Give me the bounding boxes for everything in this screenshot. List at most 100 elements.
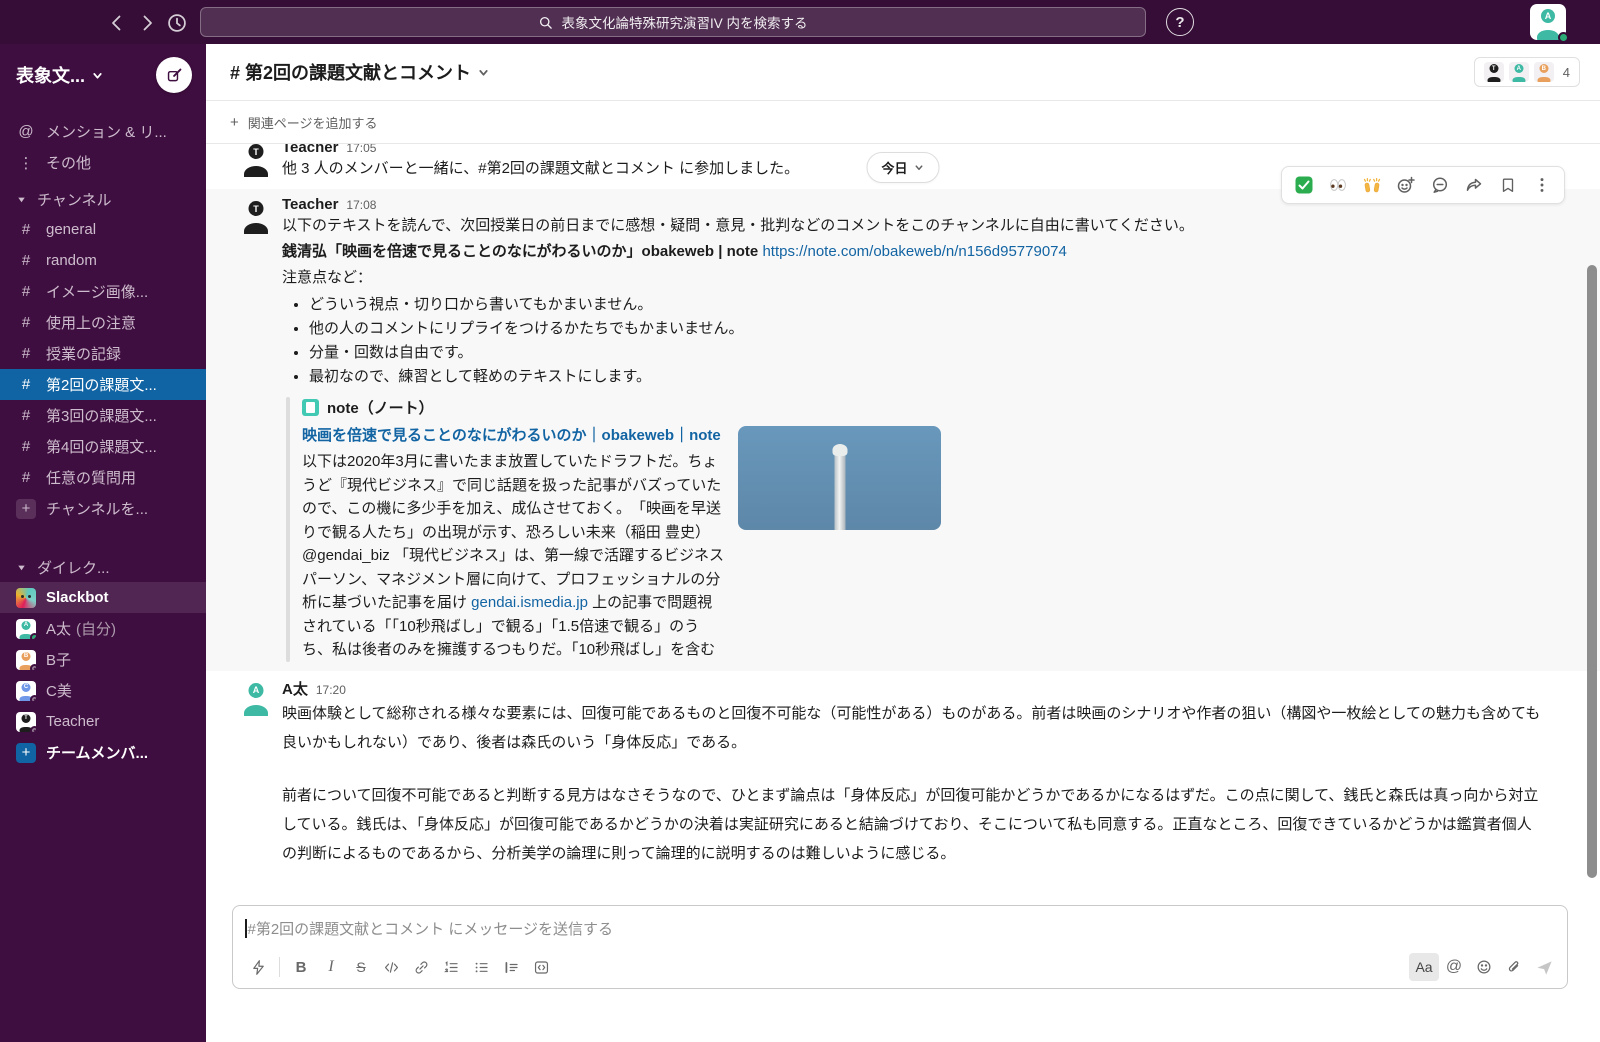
bold-button[interactable]: B: [286, 953, 316, 981]
message-intro: 以下のテキストを読んで、次回授業日の前日までに感想・疑問・意見・批判などのコメン…: [282, 213, 1544, 239]
blockquote-button[interactable]: [496, 953, 526, 981]
provider-name: note（ノート）: [327, 397, 434, 418]
avatar-teacher[interactable]: T: [238, 198, 274, 234]
dm-slackbot[interactable]: Slackbot: [0, 582, 206, 613]
sidebar-add-teammates[interactable]: + チームメンバ...: [0, 737, 206, 768]
blockquote-icon: [503, 959, 520, 976]
bulleted-list-button[interactable]: [466, 953, 496, 981]
dm-teacher[interactable]: T Teacher: [0, 706, 206, 737]
reference-url-link[interactable]: https://note.com/obakeweb/n/n156d9577907…: [762, 243, 1066, 260]
reaction-check-button[interactable]: [1288, 170, 1320, 200]
add-reaction-button[interactable]: [1390, 170, 1422, 200]
message-author[interactable]: A太: [282, 678, 308, 699]
main-pane: # 第2回の課題文献とコメント T A B 4 + 関連ページを追加する 今日: [206, 44, 1600, 1042]
send-message-button[interactable]: [1529, 953, 1559, 981]
italic-button[interactable]: I: [316, 953, 346, 981]
dm-cmi[interactable]: C C美: [0, 675, 206, 706]
sidebar-add-channel[interactable]: +チャンネルを...: [0, 493, 206, 524]
sidebar-channel-session3[interactable]: #第3回の課題文...: [0, 400, 206, 431]
message-paragraph: 映画体験として総称される様々な要素には、回復可能であるものと回復不可能な（可能性…: [282, 699, 1544, 757]
help-button[interactable]: ?: [1166, 8, 1194, 36]
sidebar-item-mentions[interactable]: @ メンション & リ...: [0, 116, 206, 147]
sidebar-item-more[interactable]: ⋮ その他: [0, 147, 206, 178]
hash-icon: #: [16, 345, 36, 362]
search-bar[interactable]: 表象文化論特殊研究演習IV 内を検索する: [200, 7, 1146, 37]
member-avatar: A: [1509, 62, 1529, 82]
message-input[interactable]: #第2回の課題文献とコメント にメッセージを送信する: [233, 906, 1567, 949]
attach-file-button[interactable]: [1499, 953, 1529, 981]
channel-label: 任意の質問用: [46, 467, 136, 488]
new-message-button[interactable]: [156, 57, 192, 93]
channel-title-button[interactable]: # 第2回の課題文献とコメント: [230, 59, 490, 85]
back-arrow-icon: [107, 13, 127, 33]
channel-members-button[interactable]: T A B 4: [1474, 57, 1580, 87]
history-back-button[interactable]: [104, 10, 130, 36]
bulleted-list-icon: [473, 959, 490, 976]
message-timestamp[interactable]: 17:20: [316, 683, 346, 697]
sidebar-channel-session2-selected[interactable]: #第2回の課題文...: [0, 369, 206, 400]
code-block-button[interactable]: [526, 953, 556, 981]
bookmarks-bar[interactable]: + 関連ページを追加する: [206, 101, 1600, 144]
plus-icon: +: [16, 743, 36, 763]
sidebar-channel-general[interactable]: #general: [0, 214, 206, 245]
message-ata: A A太 17:20 映画体験として総称される様々な要素には、回復可能であるもの…: [206, 671, 1600, 875]
emoji-button[interactable]: [1469, 953, 1499, 981]
format-toggle-button[interactable]: Aa: [1409, 953, 1439, 981]
ordered-list-button[interactable]: [436, 953, 466, 981]
link-button[interactable]: [406, 953, 436, 981]
shortcuts-button[interactable]: [243, 953, 273, 981]
sidebar-channel-questions[interactable]: #任意の質問用: [0, 462, 206, 493]
link-preview-image[interactable]: [738, 426, 941, 530]
add-channel-label: チャンネルを...: [46, 498, 148, 519]
message-author[interactable]: Teacher: [282, 196, 338, 213]
channels-section-toggle[interactable]: チャンネル: [0, 184, 206, 214]
account-avatar[interactable]: A: [1530, 4, 1566, 40]
dm-self-suffix: (自分): [76, 618, 116, 639]
reaction-raised-hands-button[interactable]: [1356, 170, 1388, 200]
card-title-link[interactable]: 映画を倍速で見ることのなにがわるいのか｜obakeweb｜note: [302, 423, 726, 448]
strikethrough-button[interactable]: S: [346, 953, 376, 981]
code-icon: [383, 959, 400, 976]
message-teacher: T Teacher 17:08 以下のテキストを読んで、次回授業日の前日までに感…: [206, 189, 1600, 671]
channel-header: # 第2回の課題文献とコメント T A B 4: [206, 44, 1600, 101]
vertical-dots-icon: ⋮: [16, 154, 36, 172]
date-divider-pill[interactable]: 今日: [866, 152, 939, 183]
dm-ata-self[interactable]: A A太 (自分): [0, 613, 206, 644]
history-forward-button[interactable]: [134, 10, 160, 36]
sidebar-channel-usage-notes[interactable]: #使用上の注意: [0, 307, 206, 338]
sidebar-channel-session4[interactable]: #第4回の課題文...: [0, 431, 206, 462]
composer-placeholder: #第2回の課題文献とコメント にメッセージを送信する: [248, 918, 614, 939]
save-message-button[interactable]: [1492, 170, 1524, 200]
avatar-teacher[interactable]: T: [238, 144, 274, 177]
sidebar-channel-random[interactable]: #random: [0, 245, 206, 276]
inline-code-button[interactable]: [376, 953, 406, 981]
message-timestamp[interactable]: 17:05: [346, 144, 376, 155]
history-menu-button[interactable]: [164, 10, 190, 36]
presence-offline-dot: [30, 695, 36, 701]
scrollbar-thumb[interactable]: [1587, 265, 1597, 878]
dm-bko[interactable]: B B子: [0, 644, 206, 675]
more-actions-button[interactable]: [1526, 170, 1558, 200]
check-mark-emoji-icon: [1294, 175, 1314, 195]
notes-bullet-list: どういう視点・切り口から書いてもかまいません。 他の人のコメントにリプライをつけ…: [282, 293, 1544, 389]
avatar-ata[interactable]: A: [238, 680, 274, 716]
hash-icon: #: [16, 221, 36, 238]
sidebar-channel-images[interactable]: #イメージ画像...: [0, 276, 206, 307]
channel-label: random: [46, 252, 97, 269]
dms-section-toggle[interactable]: ダイレク...: [0, 552, 206, 582]
reaction-eyes-button[interactable]: [1322, 170, 1354, 200]
note-provider-icon: [302, 399, 319, 416]
chevron-down-icon: [914, 162, 925, 173]
sidebar-channel-class-records[interactable]: #授業の記録: [0, 338, 206, 369]
mention-button[interactable]: @: [1439, 953, 1469, 981]
plus-icon: +: [230, 114, 239, 131]
workspace-header[interactable]: 表象文...: [0, 44, 206, 106]
share-message-button[interactable]: [1458, 170, 1490, 200]
card-desc-link[interactable]: gendai.ismedia.jp: [471, 594, 588, 611]
message-timestamp[interactable]: 17:08: [346, 198, 376, 212]
message-author[interactable]: Teacher: [282, 144, 338, 156]
reply-in-thread-button[interactable]: [1424, 170, 1456, 200]
paperclip-icon: [1505, 958, 1523, 976]
message-content: A太 17:20 映画体験として総称される様々な要素には、回復可能であるものと回…: [282, 678, 1544, 868]
member-avatar: B: [1534, 62, 1554, 82]
